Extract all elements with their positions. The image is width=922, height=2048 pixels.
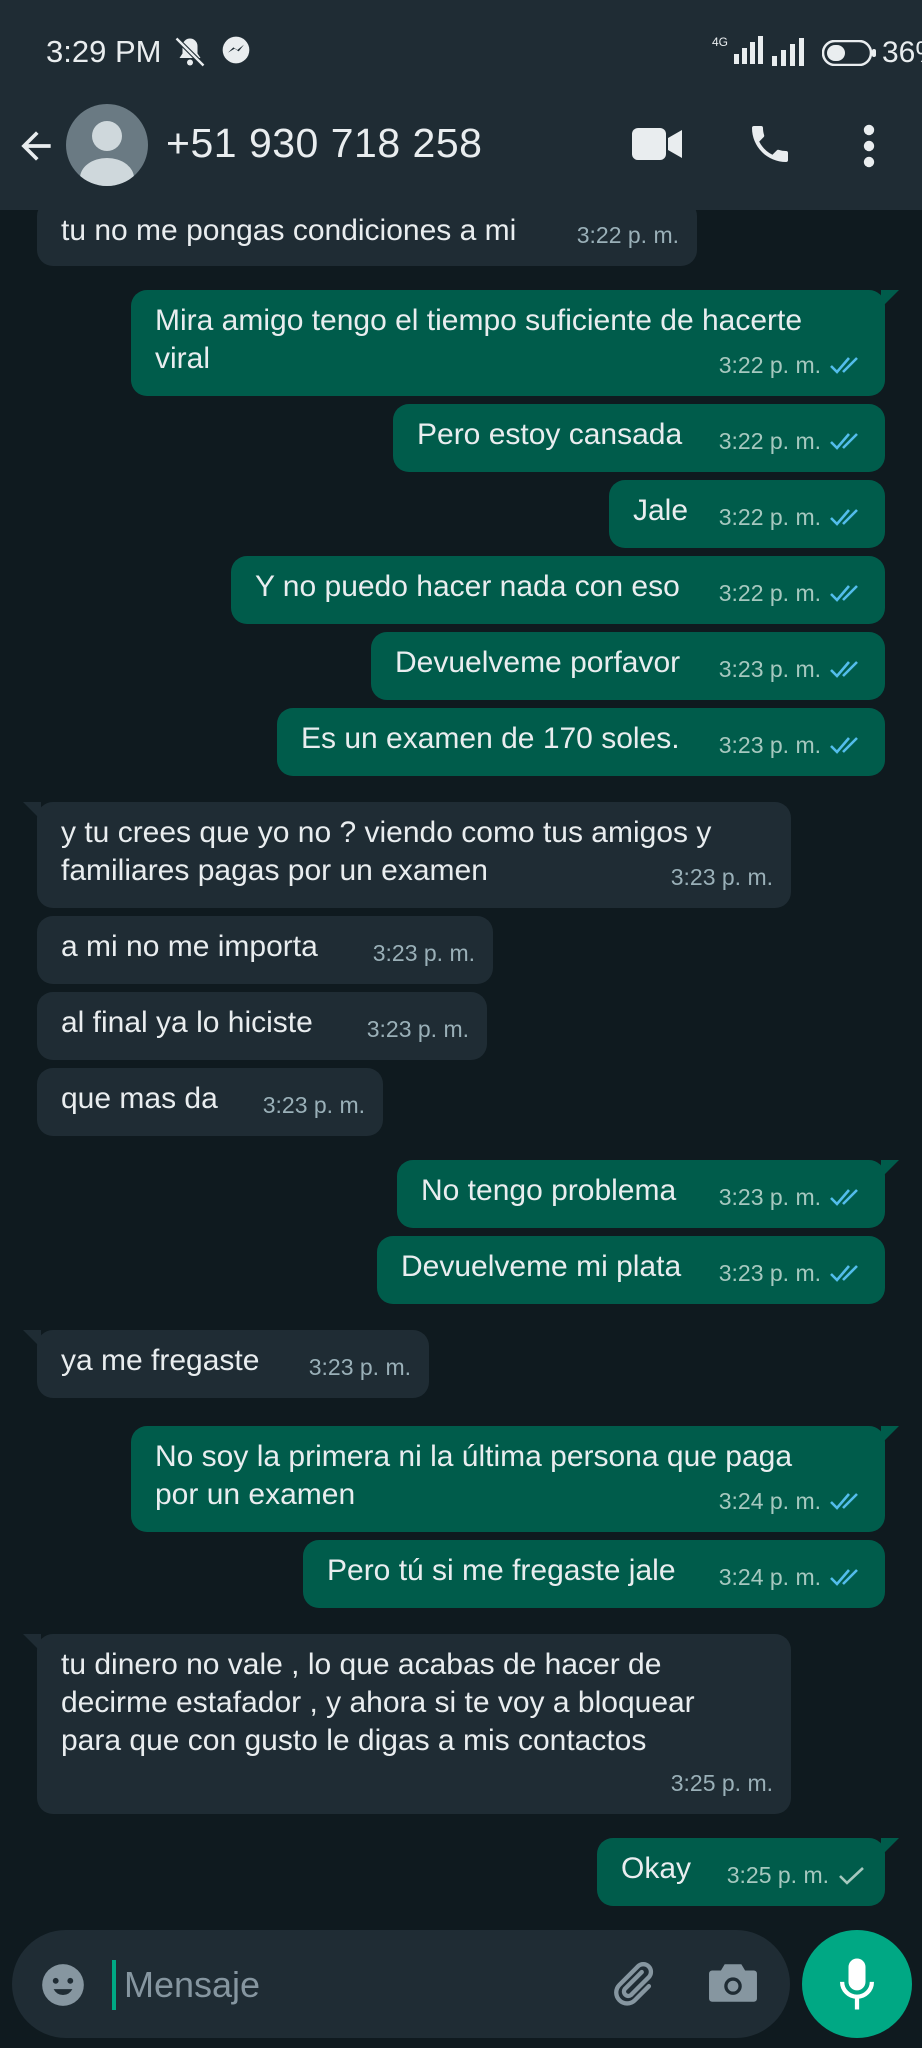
message-time: 3:22 p. m. xyxy=(576,222,679,248)
message-meta: 3:25 p. m. xyxy=(727,1856,867,1894)
text-caret xyxy=(112,1960,116,2010)
status-time: 3:29 PM xyxy=(46,34,162,69)
message-bubble-incoming[interactable]: a mi no me importa 3:23 p. m. xyxy=(37,916,493,984)
double-check-icon xyxy=(830,737,858,754)
message-meta: 3:24 p. m. xyxy=(719,1558,867,1596)
message-time: 3:23 p. m. xyxy=(670,864,773,890)
message-bubble-incoming[interactable]: que mas da 3:23 p. m. xyxy=(37,1068,383,1136)
chat-header: +51 930 718 258 xyxy=(0,100,922,210)
signal-icon: 4G xyxy=(712,34,770,73)
message-time: 3:25 p. m. xyxy=(726,1862,829,1888)
message-bubble-outgoing[interactable]: Jale 3:22 p. m. xyxy=(609,480,885,548)
message-bubble-incoming[interactable]: ya me fregaste 3:23 p. m. xyxy=(23,1330,429,1398)
message-bubble-outgoing[interactable]: Pero tú si me fregaste jale 3:24 p. m. xyxy=(303,1540,885,1608)
message-time: 3:23 p. m. xyxy=(262,1092,365,1118)
message-meta: 3:22 p. m. xyxy=(719,498,867,536)
message-time: 3:23 p. m. xyxy=(718,732,821,758)
attach-icon[interactable] xyxy=(606,1958,658,2015)
signal-icon-2 xyxy=(772,38,812,71)
message-meta: 3:24 p. m. xyxy=(719,1482,867,1520)
message-meta: 3:23 p. m. xyxy=(367,1010,469,1048)
message-bubble-outgoing[interactable]: No tengo problema 3:23 p. m. xyxy=(397,1160,899,1228)
double-check-icon xyxy=(830,1569,858,1586)
message-bubble-outgoing[interactable]: Devuelveme porfavor 3:23 p. m. xyxy=(371,632,885,700)
message-time: 3:23 p. m. xyxy=(308,1354,411,1380)
message-bubble-outgoing[interactable]: Y no puedo hacer nada con eso 3:22 p. m. xyxy=(231,556,885,624)
message-bubble-outgoing[interactable]: Okay 3:25 p. m. xyxy=(597,1838,899,1906)
messenger-icon xyxy=(220,34,252,71)
message-bubble-incoming[interactable]: y tu crees que yo no ? viendo como tus a… xyxy=(23,802,791,908)
message-time: 3:23 p. m. xyxy=(718,656,821,682)
message-time: 3:25 p. m. xyxy=(670,1770,773,1796)
mic-icon xyxy=(840,1956,874,2017)
double-check-icon xyxy=(830,661,858,678)
single-check-icon xyxy=(839,1867,864,1885)
more-vert-icon[interactable] xyxy=(856,122,882,175)
camera-icon[interactable] xyxy=(708,1960,758,2011)
message-meta: 3:23 p. m. xyxy=(719,726,867,764)
svg-text:4G: 4G xyxy=(712,35,728,49)
top-bar: 3:29 PM 4G 36% xyxy=(0,0,922,210)
message-meta: 3:22 p. m. xyxy=(719,346,867,384)
message-time: 3:23 p. m. xyxy=(366,1016,469,1042)
message-time: 3:23 p. m. xyxy=(718,1260,821,1286)
double-check-icon xyxy=(830,585,858,602)
message-meta: 3:23 p. m. xyxy=(719,1178,867,1216)
message-meta: 3:23 p. m. xyxy=(263,1086,365,1124)
message-time: 3:24 p. m. xyxy=(718,1564,821,1590)
message-time: 3:24 p. m. xyxy=(718,1488,821,1514)
message-meta: 3:23 p. m. xyxy=(671,858,773,896)
message-list[interactable]: tu no me pongas condiciones a mi 3:22 p.… xyxy=(0,210,922,1920)
message-time: 3:22 p. m. xyxy=(718,352,821,378)
message-meta: 3:22 p. m. xyxy=(577,216,679,254)
message-bubble-outgoing[interactable]: Pero estoy cansada 3:22 p. m. xyxy=(393,404,885,472)
message-meta: 3:23 p. m. xyxy=(373,934,475,972)
double-check-icon xyxy=(830,357,858,374)
message-input[interactable] xyxy=(122,1954,486,2016)
message-time: 3:22 p. m. xyxy=(718,428,821,454)
back-arrow-icon[interactable] xyxy=(14,124,58,173)
message-bubble-incoming[interactable]: al final ya lo hiciste 3:23 p. m. xyxy=(37,992,487,1060)
message-text: tu dinero no vale , lo que acabas de hac… xyxy=(61,1648,695,1757)
contact-name[interactable]: +51 930 718 258 xyxy=(166,120,482,167)
message-meta: 3:23 p. m. xyxy=(719,1254,867,1292)
message-meta: 3:22 p. m. xyxy=(719,422,867,460)
battery-percentage: 36% xyxy=(882,36,922,69)
message-meta: 3:25 p. m. xyxy=(671,1764,773,1802)
message-time: 3:22 p. m. xyxy=(718,504,821,530)
double-check-icon xyxy=(830,1265,858,1282)
double-check-icon xyxy=(830,1493,858,1510)
message-text: y tu crees que yo no ? viendo como tus a… xyxy=(61,816,712,887)
message-bubble-incoming[interactable]: tu no me pongas condiciones a mi 3:22 p.… xyxy=(37,210,697,266)
message-bubble-outgoing[interactable]: Devuelveme mi plata 3:23 p. m. xyxy=(377,1236,885,1304)
status-bar: 3:29 PM 4G 36% xyxy=(0,0,922,100)
message-bubble-outgoing[interactable]: Mira amigo tengo el tiempo suficiente de… xyxy=(131,290,899,396)
message-meta: 3:23 p. m. xyxy=(309,1348,411,1386)
double-check-icon xyxy=(830,1189,858,1206)
video-call-icon[interactable] xyxy=(632,126,684,167)
double-check-icon xyxy=(830,433,858,450)
message-meta: 3:22 p. m. xyxy=(719,574,867,612)
message-composer xyxy=(12,1930,790,2038)
message-bubble-incoming[interactable]: tu dinero no vale , lo que acabas de hac… xyxy=(23,1634,791,1814)
message-time: 3:22 p. m. xyxy=(718,580,821,606)
mute-icon xyxy=(172,34,208,75)
message-bubble-outgoing[interactable]: No soy la primera ni la última persona q… xyxy=(131,1426,899,1532)
double-check-icon xyxy=(830,509,858,526)
message-time: 3:23 p. m. xyxy=(718,1184,821,1210)
emoji-icon[interactable] xyxy=(38,1960,88,2015)
phone-icon[interactable] xyxy=(746,120,794,173)
message-meta: 3:23 p. m. xyxy=(719,650,867,688)
message-bubble-outgoing[interactable]: Es un examen de 170 soles. 3:23 p. m. xyxy=(277,708,885,776)
voice-message-button[interactable] xyxy=(802,1930,912,2038)
message-time: 3:23 p. m. xyxy=(372,940,475,966)
battery-icon xyxy=(821,39,878,71)
avatar[interactable] xyxy=(66,104,148,186)
